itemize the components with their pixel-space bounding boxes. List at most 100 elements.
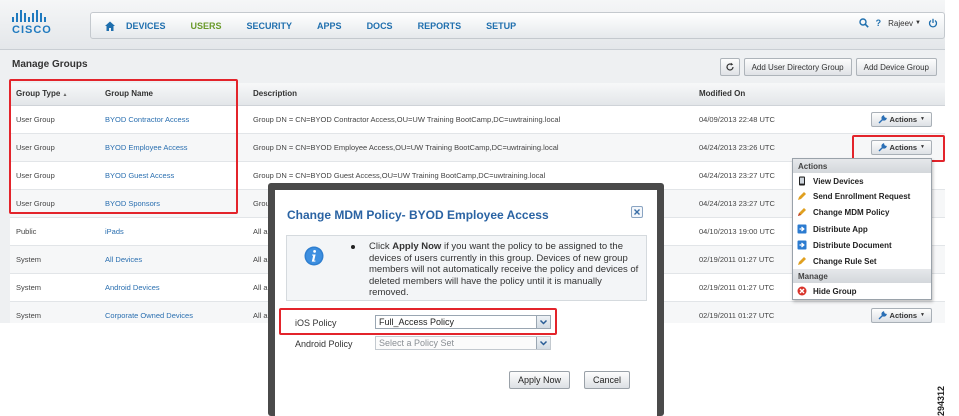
dialog-title: Change MDM Policy- BYOD Employee Access — [287, 208, 549, 222]
figure-number: 294312 — [936, 372, 958, 416]
user-name: Rajeev — [888, 18, 914, 28]
chevron-down-icon: ▼ — [920, 144, 925, 150]
cell-actions: Actions ▼ — [857, 105, 945, 134]
home-icon[interactable] — [104, 20, 116, 32]
nav-users[interactable]: USERS — [191, 21, 222, 31]
cell-group-type: System — [10, 301, 99, 323]
cell-group-type: System — [10, 273, 99, 302]
android-policy-value: Select a Policy Set — [379, 338, 455, 348]
menu-item-label: Change MDM Policy — [813, 207, 890, 217]
column-header-group-type[interactable]: Group Type ▲ — [10, 83, 99, 106]
user-menu[interactable]: Rajeev ▼ — [888, 19, 921, 28]
delete-icon — [797, 286, 807, 296]
cell-group-name[interactable]: iPads — [99, 217, 247, 246]
column-header-description[interactable]: Description — [247, 83, 693, 106]
wrench-icon — [878, 142, 887, 151]
cell-group-type: Public — [10, 217, 99, 246]
menu-item-distribute-app[interactable]: Distribute App — [793, 221, 931, 237]
chevron-down-icon — [536, 337, 550, 349]
cancel-button[interactable]: Cancel — [584, 371, 631, 389]
cell-group-type: User Group — [10, 161, 99, 190]
cell-group-name[interactable]: All Devices — [99, 245, 247, 274]
column-header-group-name[interactable]: Group Name — [99, 83, 247, 106]
menu-item-label: Distribute App — [813, 224, 868, 234]
distribute-icon — [797, 224, 807, 234]
cell-group-name[interactable]: BYOD Sponsors — [99, 189, 247, 218]
cell-group-name[interactable]: Android Devices — [99, 273, 247, 302]
info-panel: Click Apply Now if you want the policy t… — [286, 235, 647, 301]
search-icon[interactable] — [858, 18, 869, 28]
wrench-icon — [878, 114, 887, 123]
table-row[interactable]: User Group BYOD Employee Access Group DN =… — [10, 133, 945, 162]
nav-setup[interactable]: SETUP — [486, 21, 516, 31]
android-policy-label: Android Policy — [295, 339, 353, 349]
bullet-marker — [351, 245, 355, 249]
cisco-logo-bars-icon — [12, 10, 76, 22]
menu-item-change-mdm-policy[interactable]: Change MDM Policy — [793, 203, 931, 221]
add-user-directory-group-button[interactable]: Add User Directory Group — [743, 58, 852, 76]
sort-ascending-icon: ▲ — [62, 92, 68, 99]
actions-label: Actions — [889, 310, 918, 320]
main-nav: DEVICES USERS SECURITY APPS DOCS REPORTS… — [90, 12, 945, 39]
apply-now-button[interactable]: Apply Now — [509, 371, 571, 389]
pencil-icon — [798, 192, 806, 200]
page-toolbar: Add User Directory Group Add Device Grou… — [719, 58, 937, 76]
power-icon[interactable] — [928, 18, 938, 28]
change-mdm-policy-dialog: Change MDM Policy- BYOD Employee Access … — [275, 190, 657, 416]
cell-group-name[interactable]: BYOD Guest Access — [99, 161, 247, 190]
nav-reports[interactable]: REPORTS — [418, 21, 462, 31]
android-policy-select[interactable]: Select a Policy Set — [375, 336, 551, 350]
close-icon — [634, 209, 640, 215]
nav-devices[interactable]: DEVICES — [126, 21, 166, 31]
refresh-button[interactable] — [719, 58, 740, 76]
ios-policy-label: iOS Policy — [295, 318, 337, 328]
table-row[interactable]: User Group BYOD Contractor Access Group DN… — [10, 105, 945, 134]
info-icon — [304, 246, 324, 266]
menu-item-hide-group[interactable]: Hide Group — [793, 283, 931, 299]
menu-item-change-rule-set[interactable]: Change Rule Set — [793, 253, 931, 269]
cell-group-type: User Group — [10, 133, 99, 162]
actions-button[interactable]: Actions ▼ — [870, 307, 932, 323]
cell-group-name[interactable]: BYOD Contractor Access — [99, 105, 247, 134]
cell-modified-on: 04/09/2013 22:48 UTC — [693, 105, 857, 134]
ios-policy-select[interactable]: Full_Access Policy — [375, 315, 551, 329]
info-text-emphasis: Apply Now — [392, 241, 442, 252]
actions-button[interactable]: Actions ▼ — [870, 139, 932, 155]
nav-security[interactable]: SECURITY — [247, 21, 293, 31]
cell-description: Group DN = CN=BYOD Contractor Access,OU=… — [247, 105, 693, 134]
chevron-down-icon — [536, 316, 550, 328]
help-icon[interactable]: ? — [876, 18, 882, 28]
menu-item-label: View Devices — [813, 176, 864, 186]
menu-item-distribute-document[interactable]: Distribute Document — [793, 237, 931, 253]
cell-group-name[interactable]: Corporate Owned Devices — [99, 301, 247, 323]
pencil-icon — [798, 257, 806, 265]
info-message: Click Apply Now if you want the policy t… — [369, 241, 641, 299]
add-device-group-button[interactable]: Add Device Group — [855, 58, 937, 76]
menu-item-send-enrollment-request[interactable]: Send Enrollment Request — [793, 189, 931, 201]
menu-item-label: Send Enrollment Request — [813, 192, 911, 201]
cell-group-name[interactable]: BYOD Employee Access — [99, 133, 247, 162]
menu-item-view-devices[interactable]: View Devices — [793, 173, 931, 189]
cisco-logo-text: CISCO — [12, 24, 52, 36]
menu-item-label: Change Rule Set — [813, 256, 877, 266]
cell-actions: Actions ▼ — [857, 133, 945, 162]
nav-docs[interactable]: DOCS — [367, 21, 393, 31]
actions-button[interactable]: Actions ▼ — [870, 111, 932, 127]
nav-utilities: ? Rajeev ▼ — [858, 18, 938, 28]
cisco-logo: CISCO — [12, 10, 76, 40]
nav-apps[interactable]: APPS — [317, 21, 342, 31]
pencil-icon — [798, 208, 806, 216]
menu-section-manage: Manage — [793, 269, 931, 283]
cell-modified-on: 04/24/2013 23:26 UTC — [693, 133, 857, 162]
cell-group-type: User Group — [10, 105, 99, 134]
column-header-modified-on[interactable]: Modified On — [693, 83, 857, 106]
distribute-icon — [797, 240, 807, 250]
menu-item-label: Distribute Document — [813, 240, 892, 250]
cell-group-type: System — [10, 245, 99, 274]
cell-modified-on: 02/19/2011 01:27 UTC — [693, 301, 857, 323]
close-button[interactable] — [631, 206, 643, 218]
actions-dropdown-menu: Actions View Devices Send Enrollment Req… — [792, 158, 932, 300]
screenshot-stage: CISCO DEVICES USERS SECURITY APPS DOCS R… — [0, 0, 959, 416]
chevron-down-icon: ▼ — [915, 20, 921, 26]
column-header-actions — [857, 83, 945, 106]
